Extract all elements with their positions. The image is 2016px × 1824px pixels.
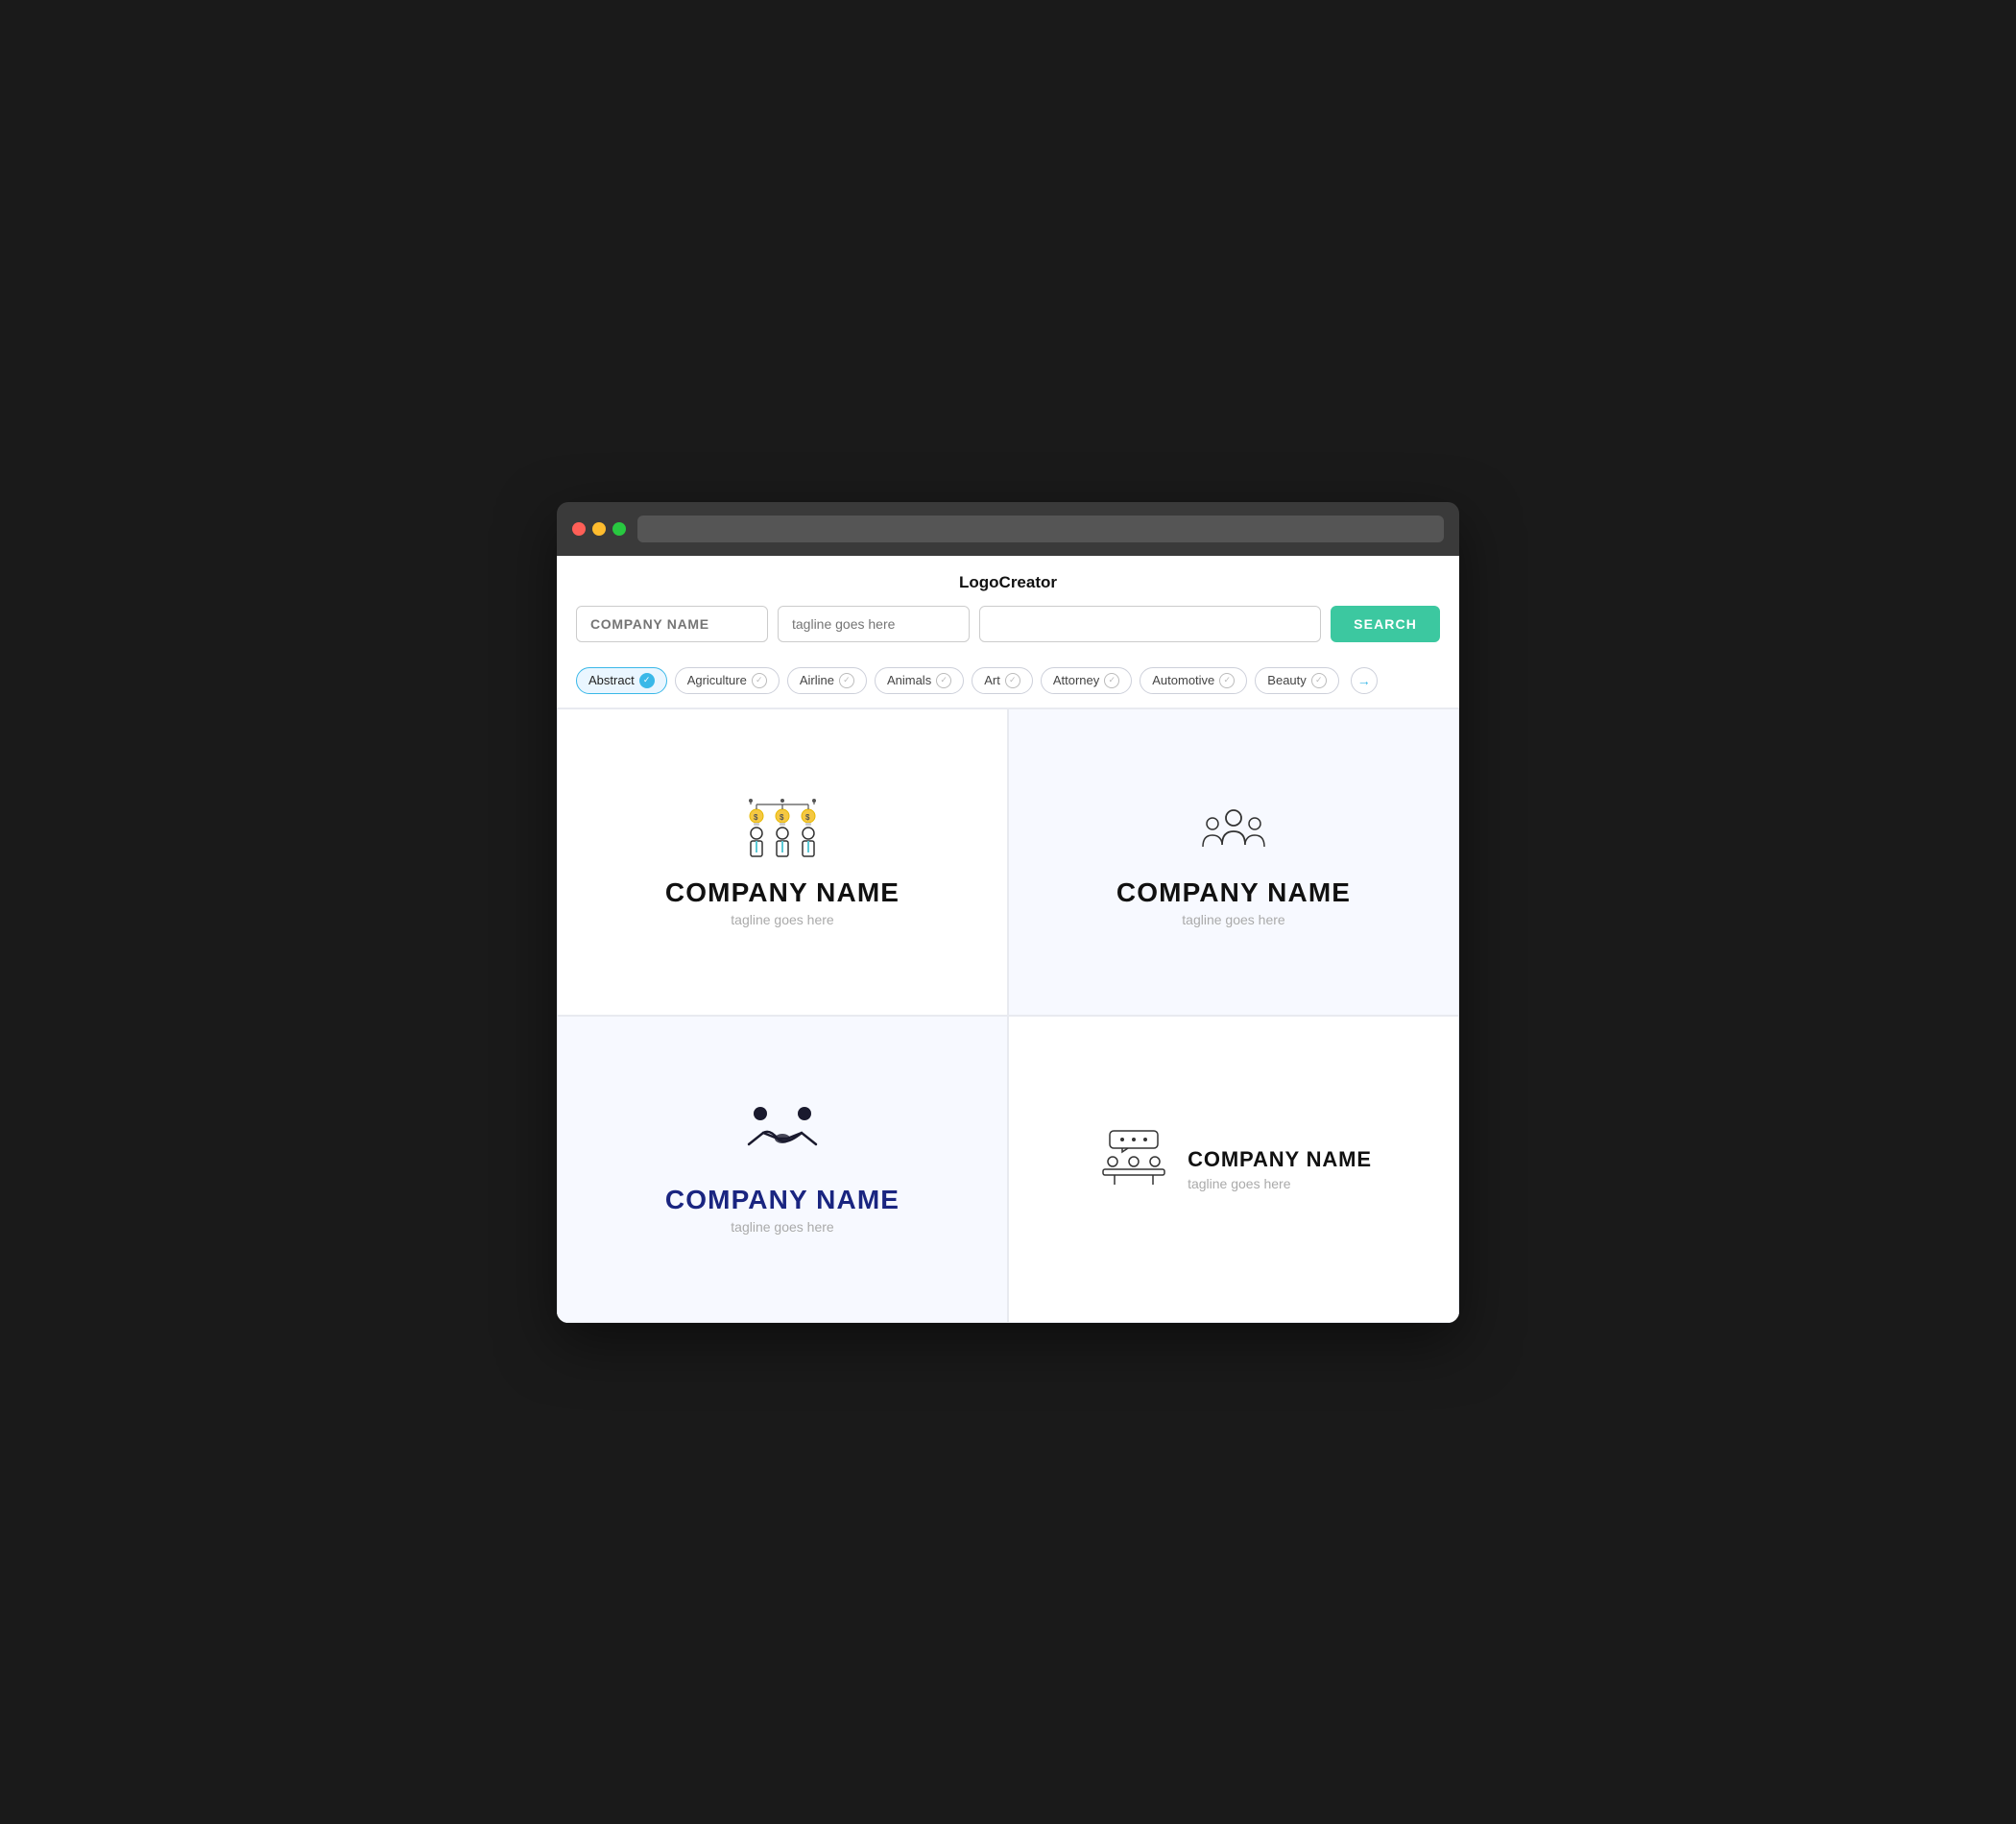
- check-icon: [936, 673, 951, 688]
- browser-chrome: [557, 502, 1459, 556]
- search-bar: SEARCH: [557, 606, 1459, 658]
- filter-label: Attorney: [1053, 673, 1099, 687]
- check-icon: [752, 673, 767, 688]
- filter-label: Beauty: [1267, 673, 1306, 687]
- extra-search-input[interactable]: [979, 606, 1321, 642]
- investment-icon: $ $ $: [739, 797, 826, 864]
- logo-company-2: COMPANY NAME: [1116, 877, 1351, 908]
- filter-bar: Abstract Agriculture Airline Animals Art Atto…: [557, 658, 1459, 708]
- filter-chip-beauty[interactable]: Beauty: [1255, 667, 1338, 694]
- filter-chip-abstract[interactable]: Abstract: [576, 667, 667, 694]
- filter-chip-automotive[interactable]: Automotive: [1140, 667, 1247, 694]
- logo-grid: $ $ $: [557, 708, 1459, 1323]
- svg-text:$: $: [780, 813, 784, 822]
- logo-card-2[interactable]: COMPANY NAME tagline goes here: [1008, 708, 1459, 1016]
- logo-tagline-3: tagline goes here: [731, 1219, 833, 1235]
- check-icon: [1104, 673, 1119, 688]
- filter-next-button[interactable]: →: [1351, 667, 1378, 694]
- address-bar: [637, 516, 1444, 542]
- logo-text-block-4: COMPANY NAME tagline goes here: [1188, 1147, 1372, 1191]
- logo-company-4: COMPANY NAME: [1188, 1147, 1372, 1172]
- meeting-icon: [1095, 1129, 1172, 1196]
- filter-label: Art: [984, 673, 1000, 687]
- filter-label: Abstract: [588, 673, 635, 687]
- svg-text:$: $: [805, 813, 810, 822]
- svg-text:$: $: [754, 813, 758, 822]
- handshake-icon: [739, 1104, 826, 1171]
- logo-card-1[interactable]: $ $ $: [557, 708, 1008, 1016]
- logo-company-3: COMPANY NAME: [665, 1185, 900, 1215]
- logo-tagline-4: tagline goes here: [1188, 1176, 1372, 1191]
- close-button[interactable]: [572, 522, 586, 536]
- app-title: LogoCreator: [557, 556, 1459, 606]
- filter-chip-art[interactable]: Art: [972, 667, 1033, 694]
- browser-window: LogoCreator SEARCH Abstract Agriculture Ai…: [557, 502, 1459, 1323]
- filter-chip-animals[interactable]: Animals: [875, 667, 964, 694]
- check-icon: [1005, 673, 1020, 688]
- filter-label: Agriculture: [687, 673, 747, 687]
- filter-chip-attorney[interactable]: Attorney: [1041, 667, 1132, 694]
- minimize-button[interactable]: [592, 522, 606, 536]
- filter-label: Automotive: [1152, 673, 1214, 687]
- company-name-input[interactable]: [576, 606, 768, 642]
- traffic-lights: [572, 522, 626, 536]
- logo-company-1: COMPANY NAME: [665, 877, 900, 908]
- logo-card-4[interactable]: COMPANY NAME tagline goes here: [1008, 1016, 1459, 1323]
- tagline-input[interactable]: [778, 606, 970, 642]
- check-icon: [839, 673, 854, 688]
- team-icon: [1195, 797, 1272, 864]
- maximize-button[interactable]: [612, 522, 626, 536]
- check-icon: [639, 673, 655, 688]
- check-icon: [1311, 673, 1327, 688]
- browser-content: LogoCreator SEARCH Abstract Agriculture Ai…: [557, 556, 1459, 1323]
- filter-chip-agriculture[interactable]: Agriculture: [675, 667, 780, 694]
- check-icon: [1219, 673, 1235, 688]
- logo-card-3[interactable]: COMPANY NAME tagline goes here: [557, 1016, 1008, 1323]
- filter-chip-airline[interactable]: Airline: [787, 667, 867, 694]
- filter-label: Animals: [887, 673, 931, 687]
- logo-tagline-2: tagline goes here: [1182, 912, 1284, 927]
- filter-label: Airline: [800, 673, 834, 687]
- search-button[interactable]: SEARCH: [1331, 606, 1440, 642]
- logo-tagline-1: tagline goes here: [731, 912, 833, 927]
